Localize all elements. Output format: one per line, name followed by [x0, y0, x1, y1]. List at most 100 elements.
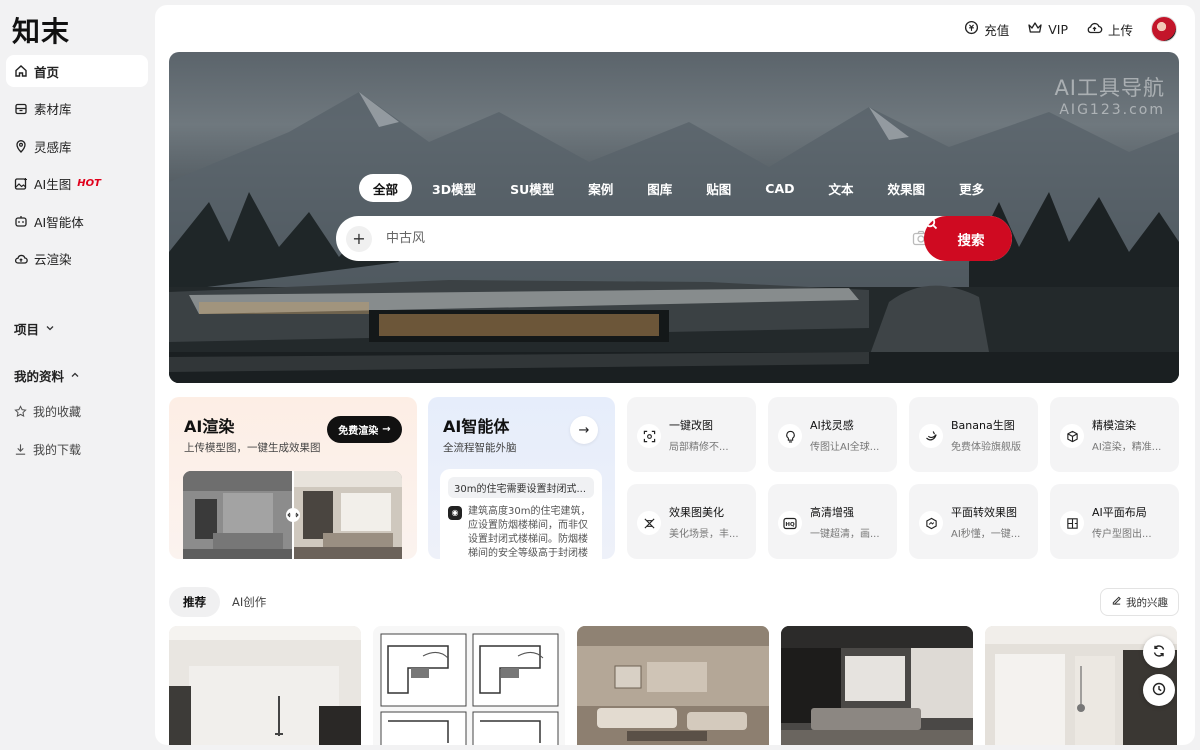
vip-button[interactable]: VIP [1027, 20, 1068, 38]
add-attachment-button[interactable]: + [346, 225, 372, 252]
tab-renderings[interactable]: 效果图 [874, 174, 940, 202]
tool-title: 效果图美化 [669, 506, 724, 519]
favorites-label: 我的收藏 [33, 405, 82, 419]
upload-button[interactable]: 上传 [1086, 20, 1133, 39]
sparkle-icon [637, 511, 661, 535]
bot-icon: ◉ [448, 506, 462, 520]
sidebar-item-label: 首页 [34, 64, 60, 80]
watermark-title: AI工具导航 [1054, 76, 1165, 100]
tool-desc: AI渲染，精准... [1092, 442, 1162, 453]
tab-textures[interactable]: 贴图 [692, 174, 745, 202]
sidebar-item-materials[interactable]: 素材库 [6, 93, 148, 125]
tool-one-click-edit[interactable]: 一键改图 局部精修不... [627, 397, 756, 472]
tool-precise-render[interactable]: 精模渲染 AI渲染，精准... [1050, 397, 1179, 472]
tab-text[interactable]: 文本 [815, 174, 868, 202]
recharge-label: 充值 [984, 22, 1010, 38]
ai-render-subtitle: 上传模型图，一键生成效果图 [184, 442, 321, 454]
tab-recommended[interactable]: 推荐 [169, 587, 220, 617]
vip-label: VIP [1048, 21, 1068, 37]
agent-chat-preview: 30m的住宅需要设置封闭式... ◉ 建筑高度30m的住宅建筑，应设置防烟楼梯间… [440, 469, 602, 559]
sidebar-item-label: 素材库 [34, 102, 72, 117]
feed-card[interactable] [373, 626, 565, 745]
downloads-label: 我的下载 [33, 443, 82, 457]
arrow-right-icon: → [382, 424, 391, 435]
ai-render-title: AI渲染 [184, 417, 235, 436]
tool-hd-enhance[interactable]: HQ 高清增强 一键超清，画... [768, 484, 897, 559]
sidebar-item-favorites[interactable]: 我的收藏 [14, 403, 81, 420]
tool-title: 高清增强 [810, 506, 854, 519]
coin-icon [964, 20, 979, 38]
tab-all[interactable]: 全部 [359, 174, 413, 202]
tab-cases[interactable]: 案例 [574, 174, 627, 202]
image-ai-icon [14, 177, 28, 191]
my-data-section[interactable]: 我的资料 [14, 366, 80, 385]
tool-ai-inspiration[interactable]: AI找灵感 传图让AI全球... [768, 397, 897, 472]
sidebar-item-label: AI生图 [34, 177, 72, 192]
robot-icon [14, 214, 28, 228]
tool-beautify[interactable]: 效果图美化 美化场景，丰... [627, 484, 756, 559]
ai-agent-title: AI智能体 [443, 417, 510, 436]
tab-gallery[interactable]: 图库 [633, 174, 686, 202]
arrow-right-icon: → [578, 422, 590, 438]
recharge-button[interactable]: 充值 [964, 20, 1009, 39]
projects-section[interactable]: 项目 [14, 319, 55, 338]
refresh-button[interactable] [1143, 636, 1175, 668]
tab-cad[interactable]: CAD [751, 174, 808, 202]
watermark-url: AIG123.com [1059, 102, 1165, 118]
free-render-button[interactable]: 免费渲染 → [327, 416, 402, 443]
feed-card[interactable] [577, 626, 769, 745]
bulb-icon [778, 424, 802, 448]
chat-question: 30m的住宅需要设置封闭式... [448, 477, 594, 498]
feed-card[interactable] [169, 626, 361, 745]
cloud-icon [14, 252, 28, 266]
render-preview-image [183, 471, 402, 559]
search-button[interactable]: 搜索 [924, 216, 1012, 261]
avatar[interactable] [1151, 16, 1177, 42]
search-category-tabs: 全部 3D模型 SU模型 案例 图库 贴图 CAD 文本 效果图 更多 [359, 174, 998, 202]
refresh-icon [1152, 643, 1166, 662]
topbar: 充值 VIP 上传 [964, 15, 1177, 43]
sidebar-item-cloud-render[interactable]: 云渲染 [6, 243, 148, 275]
tab-su-model[interactable]: SU模型 [496, 174, 568, 202]
brand-logo[interactable]: 知末 [12, 10, 70, 50]
tool-desc: 传户型图出... [1092, 529, 1152, 540]
edit-icon [1111, 595, 1122, 609]
tool-title: 平面转效果图 [951, 506, 1017, 519]
tab-3d-model[interactable]: 3D模型 [418, 174, 490, 202]
hq-icon: HQ [778, 511, 802, 535]
sidebar-item-label: AI智能体 [34, 214, 84, 230]
ai-agent-open-button[interactable]: → [570, 416, 598, 444]
sidebar-item-ai-image[interactable]: AI生图 HOT [6, 168, 148, 200]
feed-tabs: 推荐 AI创作 [169, 587, 270, 617]
download-icon [14, 443, 27, 456]
search-input[interactable] [386, 231, 866, 246]
ai-agent-card[interactable]: AI智能体 全流程智能外脑 → 30m的住宅需要设置封闭式... ◉ 建筑高度3… [428, 397, 615, 559]
feed-card[interactable] [985, 626, 1177, 745]
tool-desc: 免费体验旗舰版 [951, 442, 1021, 453]
tool-plan-to-render[interactable]: 平面转效果图 AI秒懂，一键... [909, 484, 1038, 559]
my-interests-button[interactable]: 我的兴趣 [1100, 588, 1179, 616]
sidebar: 知末 首页 素材库 灵感库 AI生图 HOT AI智能体 云渲染 项目 我的资料… [0, 0, 155, 750]
projects-label: 项目 [14, 322, 40, 337]
sidebar-item-inspiration[interactable]: 灵感库 [6, 130, 148, 162]
sidebar-item-home[interactable]: 首页 [6, 55, 148, 87]
ai-render-card[interactable]: AI渲染 上传模型图，一键生成效果图 免费渲染 → [169, 397, 417, 559]
tab-more[interactable]: 更多 [945, 174, 998, 202]
sidebar-item-ai-agent[interactable]: AI智能体 [6, 205, 148, 237]
cube-icon [1060, 424, 1084, 448]
chevron-up-icon [70, 368, 80, 383]
tab-ai-creation[interactable]: AI创作 [228, 587, 270, 617]
chevron-down-icon [45, 321, 55, 336]
location-pin-icon [14, 139, 28, 153]
banana-icon [919, 424, 943, 448]
tool-banana-image[interactable]: Banana生图 免费体验旗舰版 [909, 397, 1038, 472]
tool-desc: 局部精修不... [669, 442, 729, 453]
hexagon-icon [919, 511, 943, 535]
tool-title: AI找灵感 [810, 419, 854, 432]
ai-agent-subtitle: 全流程智能外脑 [443, 442, 517, 454]
tool-ai-floor-layout[interactable]: AI平面布局 传户型图出... [1050, 484, 1179, 559]
feed-card[interactable] [781, 626, 973, 745]
history-button[interactable] [1143, 674, 1175, 706]
sidebar-item-downloads[interactable]: 我的下载 [14, 441, 81, 458]
tool-title: Banana生图 [951, 419, 1015, 432]
